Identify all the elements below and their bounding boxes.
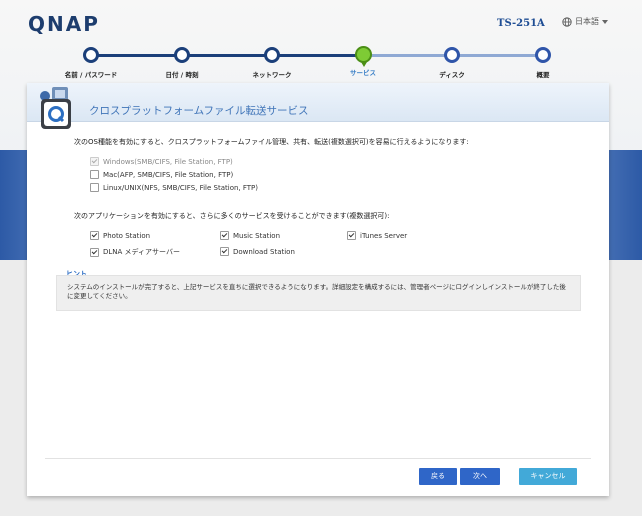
download-station-option[interactable]: Download Station xyxy=(220,247,295,256)
qnap-app-icon xyxy=(40,87,71,129)
dlna-server-option[interactable]: DLNA メディアサーバー xyxy=(90,247,180,257)
services-panel: クロスプラットフォームファイル転送サービス 次のOS種能を有効にすると、クロスプ… xyxy=(27,83,609,496)
dlna-server-checkbox[interactable] xyxy=(90,247,99,257)
wizard-step-name-password: 名前 / パスワード xyxy=(41,47,141,79)
photo-station-label: Photo Station xyxy=(103,231,151,240)
hint-box: システムのインストールが完了すると、上記サービスを直ちに選択できるようになります… xyxy=(56,275,581,311)
step-label: サービス xyxy=(350,69,376,77)
mac-label: Mac(AFP, SMB/CIFS, File Station, FTP) xyxy=(103,170,234,179)
mac-checkbox[interactable] xyxy=(90,170,99,179)
chevron-down-icon xyxy=(602,19,608,24)
step-marker xyxy=(535,47,551,63)
wizard-step-summary: 概要 xyxy=(493,47,593,79)
step-marker xyxy=(83,47,99,63)
mac-option[interactable]: Mac(AFP, SMB/CIFS, File Station, FTP) xyxy=(90,170,233,179)
os-description: 次のOS種能を有効にすると、クロスプラットフォームファイル管理、共有、転送(複数… xyxy=(74,138,469,146)
download-station-label: Download Station xyxy=(233,247,295,256)
device-model: TS-251A xyxy=(497,18,545,29)
current-step-marker xyxy=(354,46,372,67)
itunes-server-checkbox[interactable] xyxy=(347,231,356,240)
next-button[interactable]: 次へ xyxy=(460,468,500,485)
panel-title: クロスプラットフォームファイル転送サービス xyxy=(89,105,309,117)
windows-checkbox[interactable] xyxy=(90,157,99,166)
globe-icon xyxy=(562,16,572,27)
qnap-logo: QNAP xyxy=(28,12,100,36)
photo-station-checkbox[interactable] xyxy=(90,231,99,240)
linux-option[interactable]: Linux/UNIX(NFS, SMB/CIFS, File Station, … xyxy=(90,183,258,192)
dlna-server-label: DLNA メディアサーバー xyxy=(103,248,180,256)
linux-checkbox[interactable] xyxy=(90,183,99,192)
linux-label: Linux/UNIX(NFS, SMB/CIFS, File Station, … xyxy=(103,183,259,192)
step-label: ディスク xyxy=(439,71,465,79)
language-label: 日本語 xyxy=(575,17,599,26)
hint-text: システムのインストールが完了すると、上記サービスを直ちに選択できるようになります… xyxy=(67,283,566,300)
footer-divider xyxy=(45,458,591,459)
itunes-server-option[interactable]: iTunes Server xyxy=(347,231,407,240)
step-marker xyxy=(444,47,460,63)
wizard-step-services: サービス xyxy=(313,46,413,77)
step-label: 概要 xyxy=(536,71,550,79)
windows-label: Windows(SMB/CIFS, File Station, FTP) xyxy=(103,157,233,166)
step-marker xyxy=(264,47,280,63)
music-station-option[interactable]: Music Station xyxy=(220,231,280,240)
photo-station-option[interactable]: Photo Station xyxy=(90,231,150,240)
app-description: 次のアプリケーションを有効にすると、さらに多くのサービスを受けることができます(… xyxy=(74,212,390,220)
download-station-checkbox[interactable] xyxy=(220,247,229,256)
step-label: 日付 / 時刻 xyxy=(165,71,199,79)
music-station-label: Music Station xyxy=(233,231,281,240)
wizard-step-date-time: 日付 / 時刻 xyxy=(132,47,232,79)
music-station-checkbox[interactable] xyxy=(220,231,229,240)
windows-option[interactable]: Windows(SMB/CIFS, File Station, FTP) xyxy=(90,157,233,166)
cancel-button[interactable]: キャンセル xyxy=(519,468,577,485)
itunes-server-label: iTunes Server xyxy=(360,231,408,240)
panel-header: クロスプラットフォームファイル転送サービス xyxy=(27,83,609,129)
step-marker xyxy=(174,47,190,63)
step-label: 名前 / パスワード xyxy=(64,71,118,79)
wizard-step-network: ネットワーク xyxy=(222,47,322,79)
back-button[interactable]: 戻る xyxy=(419,468,457,485)
language-selector[interactable]: 日本語 xyxy=(562,16,608,27)
wizard-step-disk: ディスク xyxy=(402,47,502,79)
step-label: ネットワーク xyxy=(252,71,292,79)
